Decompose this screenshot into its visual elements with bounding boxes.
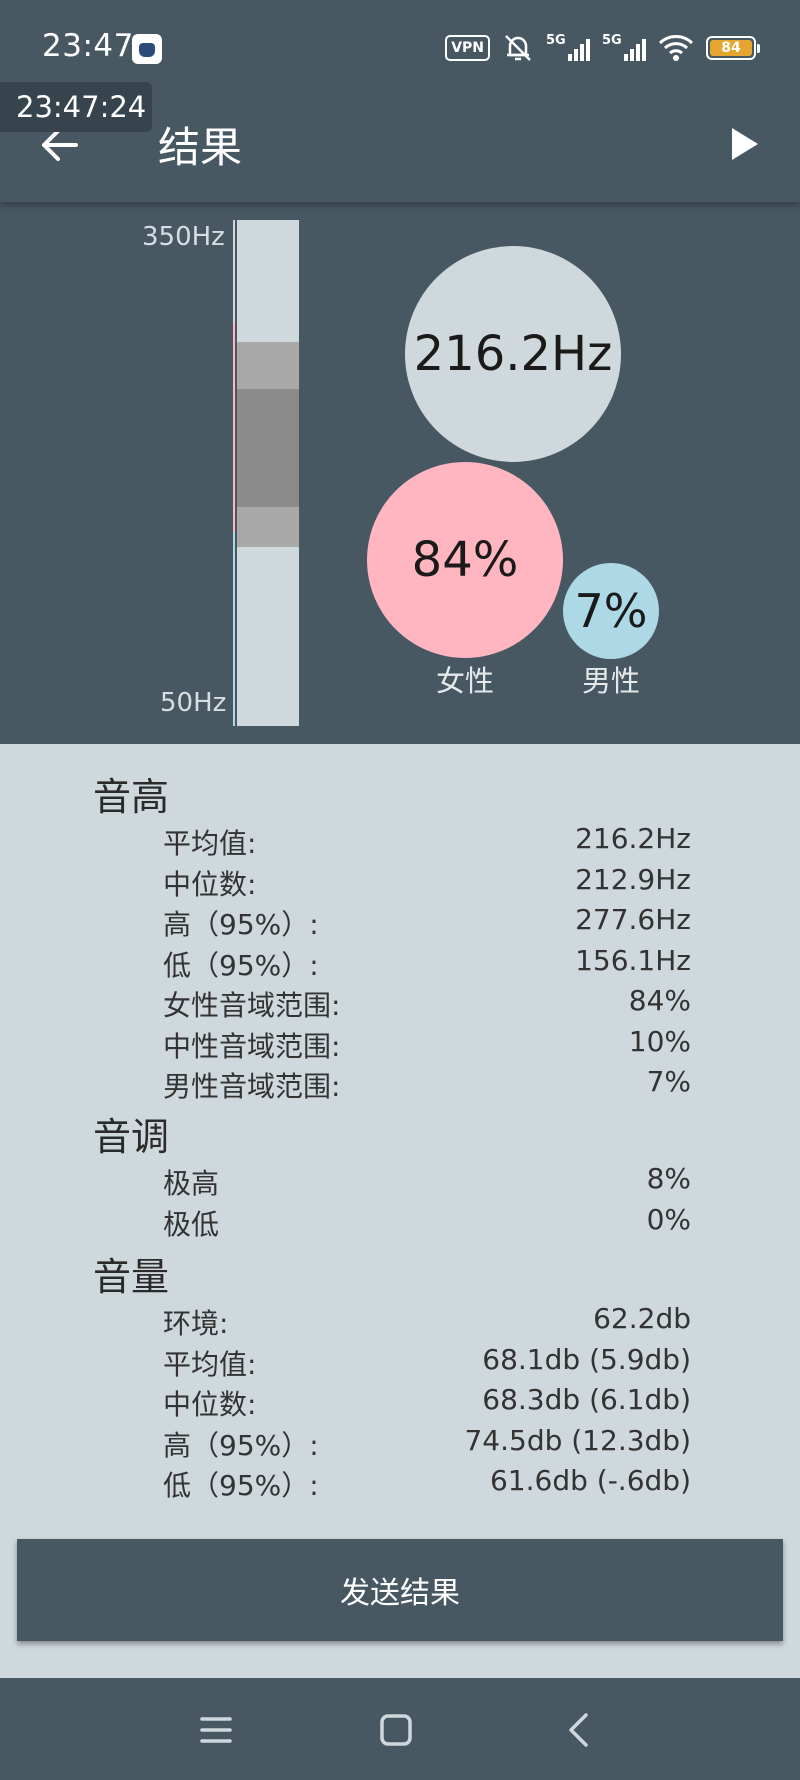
pitch-chart: 350Hz 50Hz 216.2Hz 84% 7% 女性 男性 — [0, 202, 800, 744]
stat-label: 平均值: — [163, 1347, 257, 1381]
stat-label: 平均值: — [163, 827, 257, 860]
stat-label: 低（95%）: — [163, 948, 319, 982]
stat-row: 高（95%）: 277.6Hz — [163, 903, 691, 943]
stat-value: 7% — [646, 1065, 691, 1098]
notification-app-icon — [132, 34, 162, 64]
stat-value: 216.2Hz — [575, 822, 691, 855]
stat-row: 女性音域范围: 84% — [163, 984, 691, 1024]
stat-row: 低（95%）: 156.1Hz — [163, 944, 691, 984]
signal-sim1-icon: 5G — [546, 33, 590, 61]
stat-value: 0% — [646, 1202, 691, 1236]
stat-label: 男性音域范围: — [163, 1070, 341, 1103]
overlay-timestamp: 23:47:24 — [0, 82, 152, 132]
back-icon[interactable] — [556, 1706, 604, 1754]
female-percent-bubble: 84% — [367, 462, 563, 658]
male-range-segment — [233, 532, 235, 726]
axis-max-label: 350Hz — [142, 222, 225, 252]
stat-value: 156.1Hz — [575, 943, 691, 977]
male-percent-bubble: 7% — [563, 563, 659, 659]
stat-value: 84% — [628, 984, 691, 1017]
stat-label: 低（95%）: — [163, 1469, 319, 1502]
stat-value: 62.2db — [593, 1302, 691, 1335]
system-nav-bar — [0, 1678, 800, 1780]
stat-row: 中位数: 68.3db (6.1db) — [163, 1383, 691, 1423]
stat-row: 平均值: 68.1db (5.9db) — [163, 1343, 691, 1383]
status-time: 23:47 — [42, 28, 134, 64]
mean-pitch-bubble: 216.2Hz — [405, 246, 621, 462]
stat-label: 高（95%）: — [163, 1428, 319, 1462]
stat-value: 74.5db (12.3db) — [464, 1423, 691, 1457]
mute-bell-icon — [505, 35, 531, 61]
status-icons: VPN 5G 5G 84 — [445, 32, 760, 64]
stat-value: 61.6db (-.6db) — [489, 1464, 691, 1497]
stat-row: 低（95%）: 61.6db (-.6db) — [163, 1464, 691, 1504]
stat-row: 中位数: 212.9Hz — [163, 863, 691, 903]
male-percent-value: 7% — [574, 584, 648, 638]
menu-icon[interactable] — [192, 1706, 240, 1754]
stat-label: 中性音域范围: — [163, 1029, 341, 1063]
stat-value: 8% — [646, 1162, 691, 1195]
vpn-icon: VPN — [445, 35, 490, 61]
female-percent-value: 84% — [411, 532, 519, 588]
stat-label: 中位数: — [163, 1388, 257, 1421]
stat-row: 男性音域范围: 7% — [163, 1065, 691, 1105]
stat-row: 平均值: 216.2Hz — [163, 822, 691, 862]
stat-row: 极低 0% — [163, 1203, 691, 1243]
stat-row: 极高 8% — [163, 1162, 691, 1202]
send-results-button[interactable]: 发送结果 — [17, 1539, 783, 1641]
male-caption: 男性 — [581, 664, 640, 698]
axis-min-label: 50Hz — [160, 688, 227, 718]
stat-row: 环境: 62.2db — [163, 1302, 691, 1342]
stat-label: 高（95%）: — [163, 908, 319, 941]
signal-sim2-icon: 5G — [602, 33, 646, 61]
stat-label: 女性音域范围: — [163, 989, 341, 1022]
battery-icon: 84 — [706, 36, 760, 60]
section-title-pitch: 音高 — [93, 775, 170, 819]
stat-value: 68.3db (6.1db) — [482, 1383, 691, 1416]
stat-label: 极高 — [163, 1167, 220, 1200]
stat-row: 高（95%）: 74.5db (12.3db) — [163, 1424, 691, 1464]
page-title: 结果 — [158, 123, 243, 172]
mean-pitch-value: 216.2Hz — [413, 326, 613, 382]
stat-row: 中性音域范围: 10% — [163, 1025, 691, 1065]
stat-label: 环境: — [163, 1307, 229, 1340]
results-panel: 音高 平均值: 216.2Hz 中位数: 212.9Hz 高（95%）: 277.6Hz 低… — [0, 744, 800, 1678]
female-caption: 女性 — [435, 664, 494, 698]
home-icon[interactable] — [372, 1706, 420, 1754]
play-icon[interactable] — [722, 122, 766, 166]
stat-label: 极低 — [163, 1207, 220, 1241]
section-title-volume: 音量 — [93, 1255, 170, 1299]
wifi-icon — [658, 35, 694, 61]
stat-value: 10% — [628, 1024, 691, 1058]
section-title-tone: 音调 — [93, 1115, 170, 1159]
stat-value: 212.9Hz — [575, 862, 691, 896]
stat-label: 中位数: — [163, 867, 257, 901]
pitch-band-core — [237, 388, 299, 507]
stat-value: 277.6Hz — [575, 903, 691, 936]
female-range-segment — [233, 322, 235, 533]
stat-value: 68.1db (5.9db) — [482, 1342, 691, 1376]
